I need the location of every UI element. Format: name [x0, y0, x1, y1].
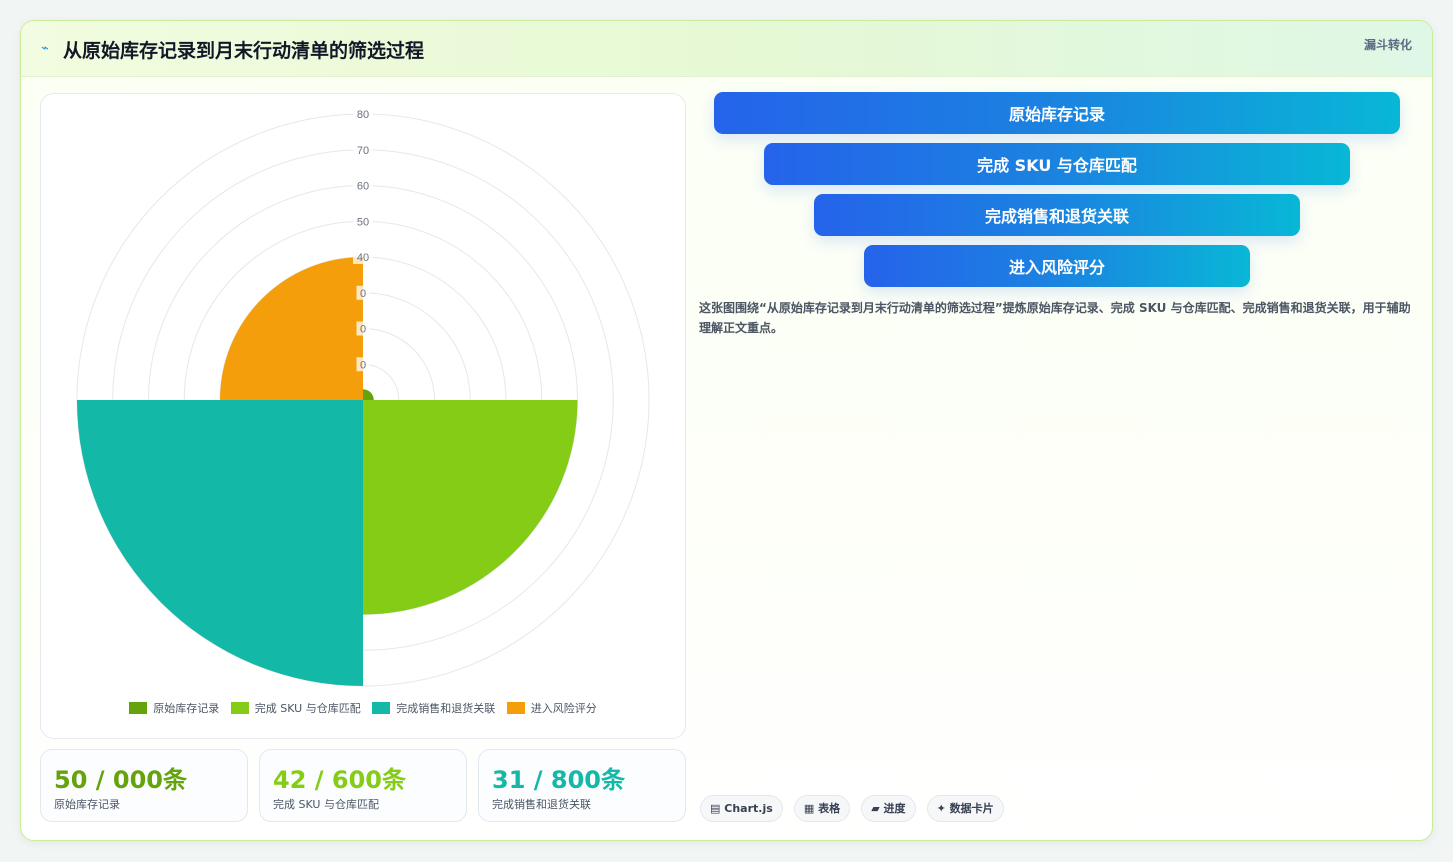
r-tick-label: 0: [356, 285, 370, 300]
svg-text:50: 50: [357, 216, 369, 228]
svg-text:80: 80: [357, 109, 369, 121]
stat-label: 完成销售和退货关联: [492, 798, 591, 811]
r-tick-label: 70: [353, 142, 373, 157]
funnel-card: ⌁ 从原始库存记录到月末行动清单的筛选过程 漏斗转化 80 70 60 50 40 0 0 0…: [20, 20, 1433, 841]
stat-value: 42 / 600条: [273, 766, 406, 794]
chip-label: 进度: [883, 802, 906, 815]
r-tick-label: 60: [353, 178, 373, 193]
legend-item-risk[interactable]: 进入风险评分: [506, 700, 597, 716]
table-icon: ▦: [803, 802, 815, 815]
legend-item-raw[interactable]: 原始库存记录: [129, 700, 219, 716]
funnel-stage-raw: 原始库存记录: [714, 92, 1400, 134]
card-header: ⌁ 从原始库存记录到月末行动清单的筛选过程 漏斗转化: [21, 21, 1432, 77]
chip-chartjs[interactable]: ▤ Chart.js: [700, 795, 783, 822]
polar-sector-1[interactable]: [363, 389, 374, 400]
r-tick-label: 0: [356, 321, 370, 336]
svg-text:0: 0: [360, 288, 366, 300]
trend-icon: ⌁: [41, 41, 49, 56]
polar-area-chart: 80 70 60 50 40 0 0 0: [76, 107, 650, 687]
legend-swatch: [372, 702, 391, 714]
stat-label: 原始库存记录: [54, 798, 120, 811]
chart-type-tag: 漏斗转化: [1363, 38, 1412, 52]
legend-label: 进入风险评分: [530, 702, 597, 715]
funnel-stage-risk: 进入风险评分: [864, 245, 1250, 287]
svg-text:0: 0: [360, 324, 366, 336]
r-tick-label: 50: [353, 214, 373, 229]
stat-value: 50 / 000条: [54, 766, 187, 794]
chart-icon: ▤: [710, 802, 721, 815]
stat-card-sku: 42 / 600条 完成 SKU 与仓库匹配: [259, 749, 467, 822]
stat-label: 完成 SKU 与仓库匹配: [273, 798, 379, 811]
svg-text:0: 0: [360, 359, 366, 371]
funnel-stage-sales: 完成销售和退货关联: [814, 194, 1300, 236]
legend-label: 完成销售和退货关联: [396, 702, 496, 715]
polar-sector-4[interactable]: [220, 257, 363, 400]
chip-progress[interactable]: ▰ 进度: [861, 795, 916, 822]
chart-legend: 原始库存记录 完成 SKU 与仓库匹配 完成销售和退货关联 进入风险评分: [41, 700, 685, 716]
stat-card-sales: 31 / 800条 完成销售和退货关联: [478, 749, 686, 822]
tech-chips: ▤ Chart.js ▦ 表格 ▰ 进度 ✦ 数据卡片: [700, 795, 1010, 822]
polar-sector-2[interactable]: [363, 400, 578, 615]
card-title: 从原始库存记录到月末行动清单的筛选过程: [63, 40, 425, 62]
legend-swatch: [506, 702, 525, 714]
chip-label: 数据卡片: [949, 802, 994, 815]
chip-data-card[interactable]: ✦ 数据卡片: [926, 795, 1004, 822]
polar-sector-3[interactable]: [77, 400, 363, 686]
svg-text:40: 40: [357, 252, 369, 264]
chip-table[interactable]: ▦ 表格: [793, 795, 851, 822]
legend-item-sales[interactable]: 完成销售和退货关联: [372, 700, 495, 716]
svg-text:60: 60: [357, 181, 369, 193]
legend-swatch: [230, 702, 249, 714]
legend-item-sku[interactable]: 完成 SKU 与仓库匹配: [230, 700, 361, 716]
legend-swatch: [129, 702, 148, 714]
r-tick-label: 80: [353, 107, 373, 121]
chip-label: 表格: [818, 802, 841, 815]
progress-icon: ▰: [871, 802, 880, 815]
stat-card-raw: 50 / 000条 原始库存记录: [40, 749, 248, 822]
r-tick-label: 40: [353, 250, 373, 264]
legend-label: 原始库存记录: [153, 702, 220, 715]
sparkle-icon: ✦: [936, 802, 946, 815]
svg-text:70: 70: [357, 145, 369, 157]
chip-label: Chart.js: [724, 802, 773, 815]
r-tick-label: 0: [356, 357, 370, 372]
chart-description: 这张图围绕“从原始库存记录到月末行动清单的筛选过程”提炼原始库存记录、完成 SK…: [699, 301, 1411, 335]
polar-chart-panel: 80 70 60 50 40 0 0 0 原始库存记录 完成 SKU 与仓库匹配 完成销售和退…: [40, 93, 686, 739]
funnel-stage-sku: 完成 SKU 与仓库匹配: [764, 143, 1350, 185]
legend-label: 完成 SKU 与仓库匹配: [254, 702, 361, 715]
stat-value: 31 / 800条: [492, 766, 625, 794]
